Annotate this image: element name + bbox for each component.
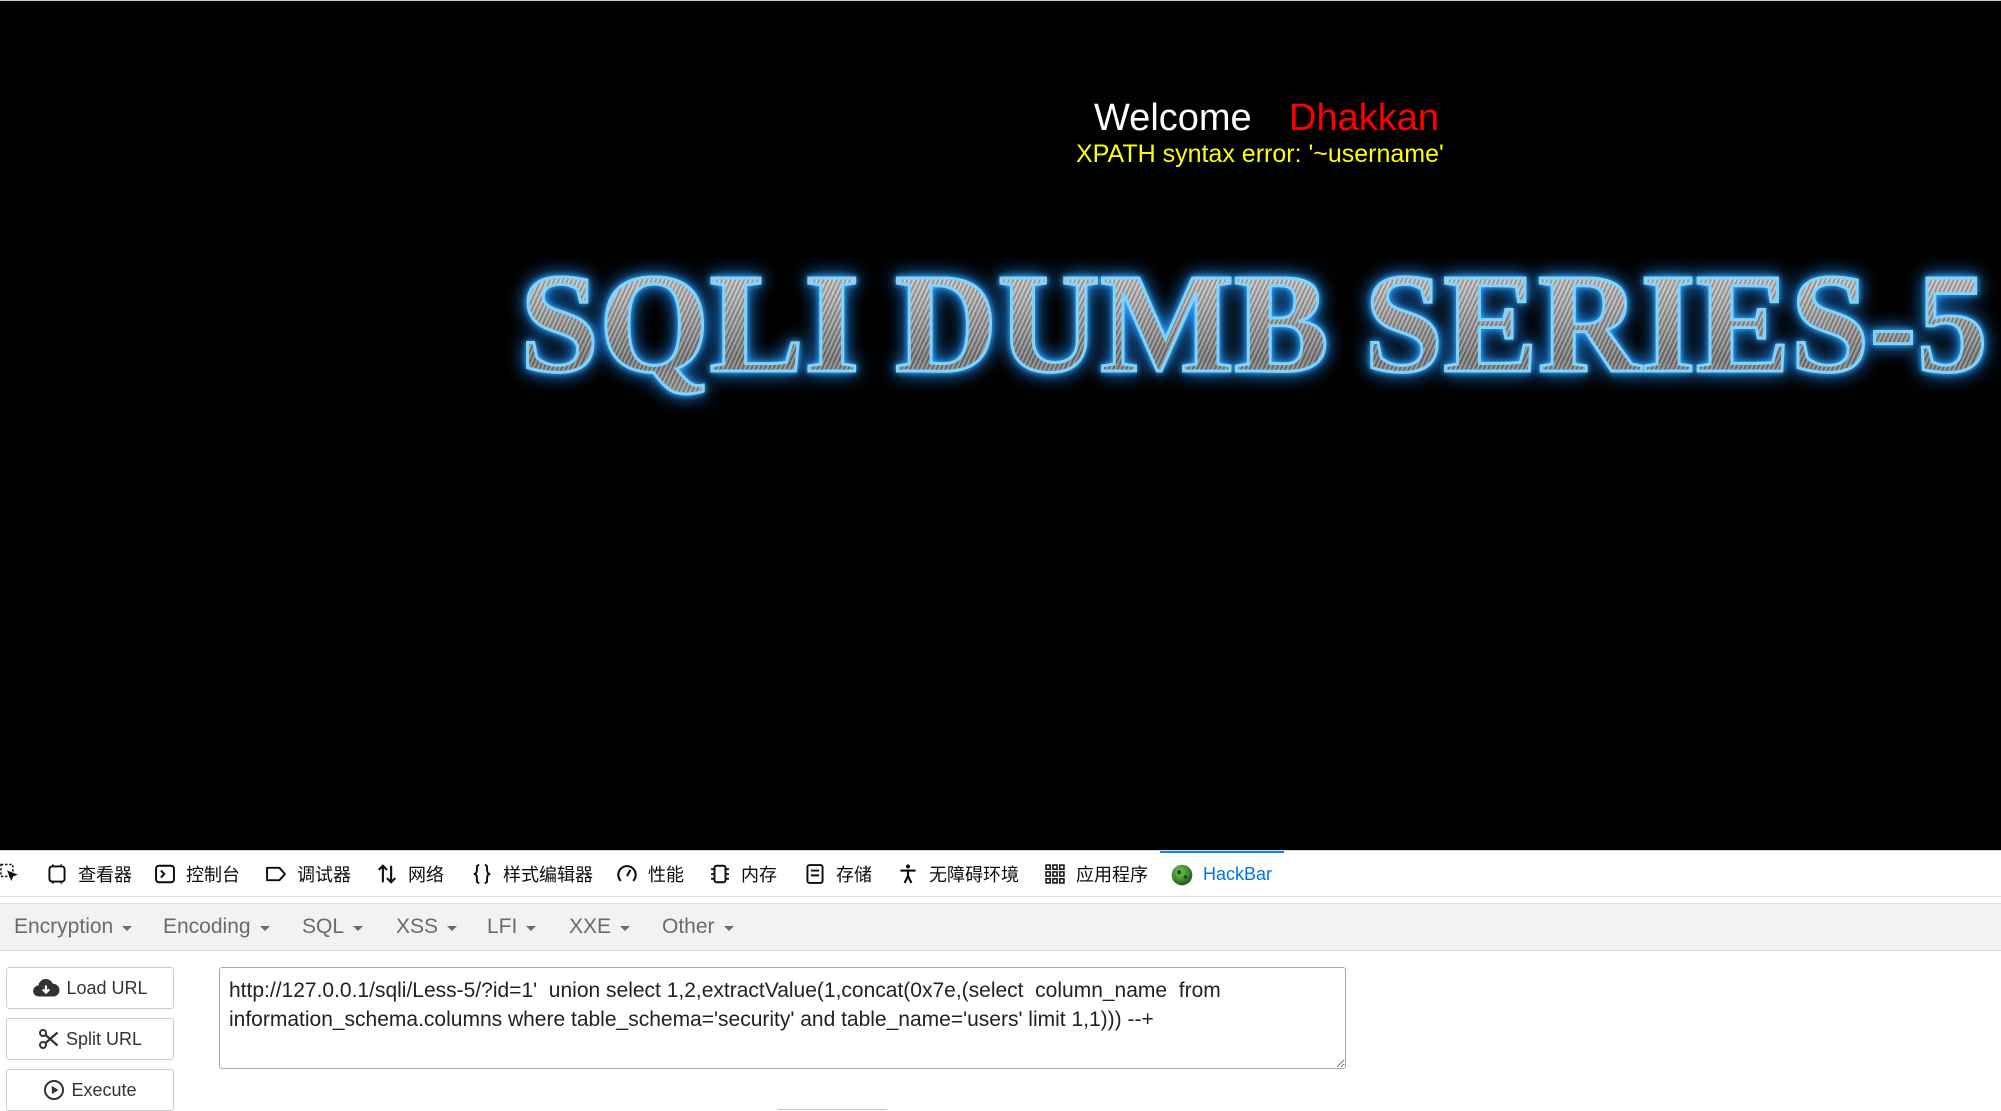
tab-style-editor-label: 样式编辑器 (503, 864, 593, 885)
menu-encryption-label: Encryption (14, 915, 114, 938)
pick-element-icon[interactable] (0, 863, 19, 885)
split-url-label: Split URL (65, 1028, 143, 1049)
tab-debugger[interactable]: 调试器 (265, 851, 351, 896)
tab-memory[interactable]: 内存 (709, 851, 777, 896)
caret-down-icon (447, 926, 458, 931)
menu-sql[interactable]: SQL (302, 904, 364, 950)
welcome-label: Welcome (1094, 97, 1252, 139)
caret-down-icon (353, 926, 364, 931)
tab-accessibility[interactable]: 无障碍环境 (897, 851, 1019, 896)
scissors-icon (38, 1028, 60, 1050)
tab-network[interactable]: 网络 (376, 851, 444, 896)
menu-other-label: Other (662, 915, 715, 938)
cloud-download-icon (32, 977, 60, 999)
caret-down-icon (526, 926, 537, 931)
inspector-icon (46, 863, 68, 885)
divider (778, 1109, 887, 1110)
split-url-button[interactable]: Split URL (6, 1018, 174, 1060)
url-input[interactable]: http://127.0.0.1/sqli/Less-5/?id=1' unio… (219, 967, 1346, 1069)
caret-down-icon (259, 926, 270, 931)
console-icon (154, 863, 176, 885)
tab-style-editor[interactable]: 样式编辑器 (471, 851, 593, 896)
hackbar-menubar: Encryption Encoding SQL XSS LFI XXE Othe… (0, 903, 2001, 951)
tab-inspector-label: 查看器 (78, 864, 132, 885)
tab-storage[interactable]: 存储 (804, 851, 872, 896)
play-circle-icon (43, 1079, 65, 1101)
hackbar-icon (1171, 864, 1193, 886)
tab-accessibility-label: 无障碍环境 (929, 864, 1019, 885)
menu-sql-label: SQL (302, 915, 345, 938)
devtools-toolbar: 查看器 控制台 调试器 网络 样式编辑器 性能 内存 存储 无障碍环境 应用程序… (0, 850, 2001, 897)
execute-button[interactable]: Execute (6, 1069, 174, 1111)
web-page-area: Welcome Dhakkan XPATH syntax error: '~us… (0, 0, 2001, 850)
execute-label: Execute (71, 1079, 137, 1100)
menu-xss-label: XSS (396, 915, 439, 938)
tab-network-label: 网络 (408, 864, 444, 885)
xpath-error-message: XPATH syntax error: '~username' (1076, 140, 1444, 168)
tab-storage-label: 存储 (836, 864, 872, 885)
performance-icon (616, 863, 638, 885)
username-label: Dhakkan (1289, 97, 1439, 139)
tab-inspector[interactable]: 查看器 (46, 851, 132, 896)
tab-hackbar[interactable]: HackBar (1160, 851, 1285, 896)
caret-down-icon (122, 926, 133, 931)
memory-icon (709, 863, 731, 885)
tab-debugger-label: 调试器 (297, 864, 351, 885)
menu-other[interactable]: Other (662, 904, 734, 950)
network-icon (376, 863, 398, 885)
menu-encoding[interactable]: Encoding (163, 904, 270, 950)
load-url-label: Load URL (66, 977, 148, 998)
tab-hackbar-label: HackBar (1203, 864, 1273, 884)
tab-performance-label: 性能 (648, 864, 684, 885)
menu-lfi[interactable]: LFI (487, 904, 537, 950)
tab-memory-label: 内存 (741, 864, 777, 885)
tab-console-label: 控制台 (186, 864, 240, 885)
menu-xxe[interactable]: XXE (569, 904, 631, 950)
tab-application-label: 应用程序 (1076, 864, 1148, 885)
tab-application[interactable]: 应用程序 (1044, 851, 1148, 896)
menu-xss[interactable]: XSS (396, 904, 458, 950)
menu-encryption[interactable]: Encryption (14, 904, 133, 950)
sqli-logo: SQLI DUMB SERIES-5 (519, 244, 1990, 402)
application-icon (1044, 863, 1066, 885)
menu-xxe-label: XXE (569, 915, 612, 938)
caret-down-icon (723, 926, 734, 931)
load-url-button[interactable]: Load URL (6, 967, 174, 1009)
tab-console[interactable]: 控制台 (154, 851, 240, 896)
menu-lfi-label: LFI (487, 915, 518, 938)
debugger-icon (265, 863, 287, 885)
storage-icon (804, 863, 826, 885)
style-editor-icon (471, 863, 493, 885)
caret-down-icon (620, 926, 631, 931)
menu-encoding-label: Encoding (163, 915, 251, 938)
accessibility-icon (897, 863, 919, 885)
tab-performance[interactable]: 性能 (616, 851, 684, 896)
